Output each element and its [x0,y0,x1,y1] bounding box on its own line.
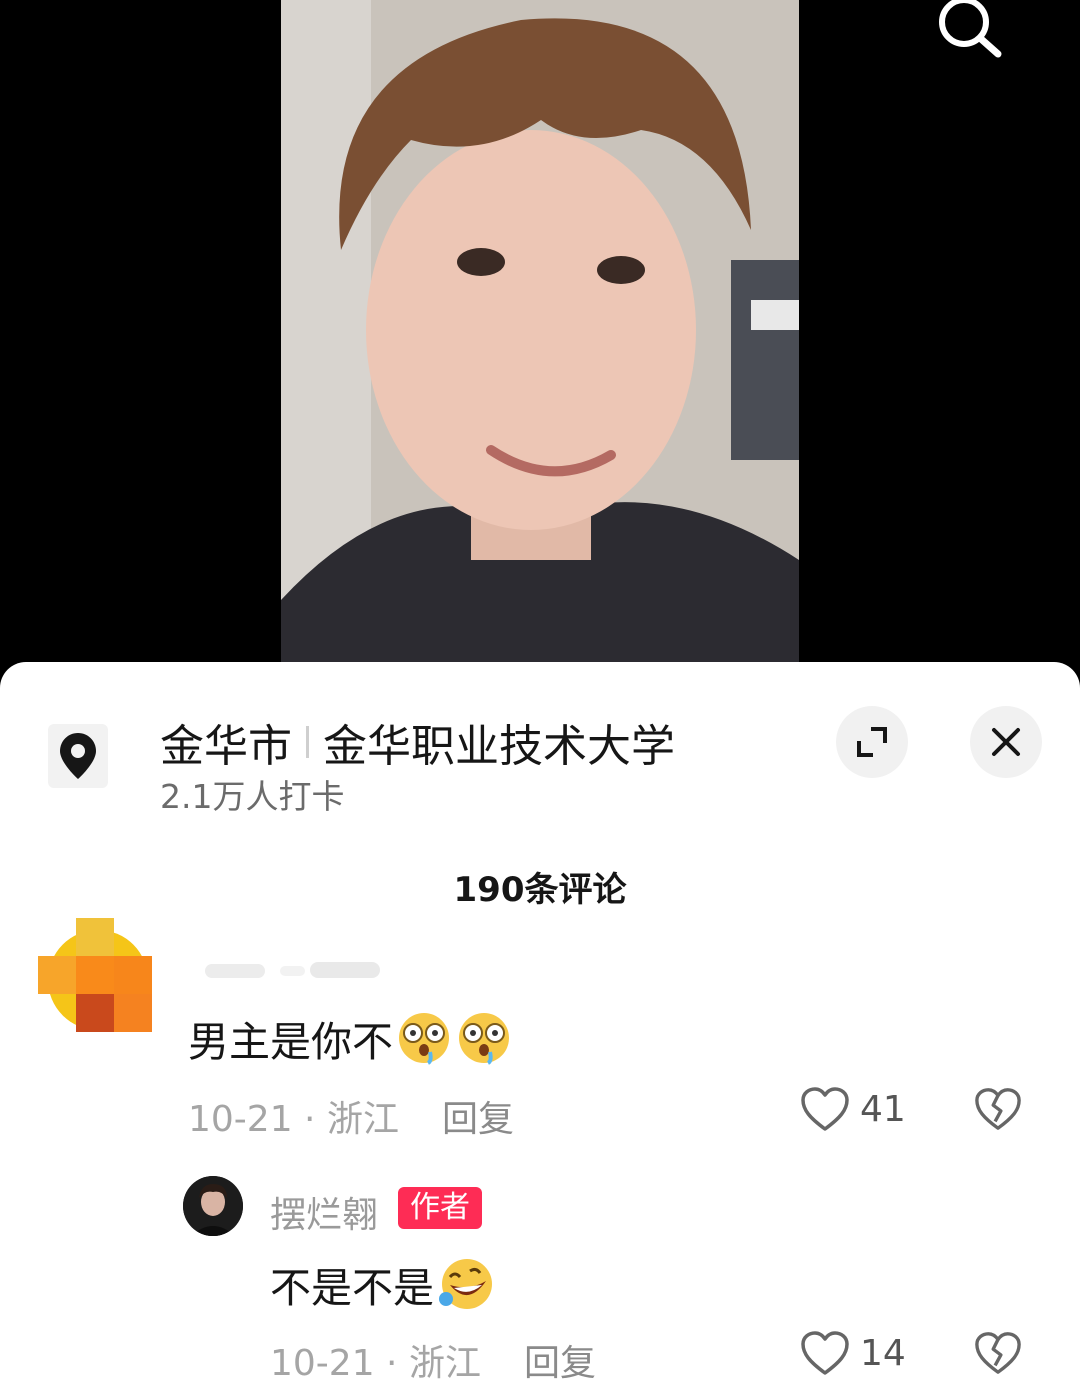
reply-dislike-button[interactable] [974,1330,1022,1380]
broken-heart-icon [975,1088,1021,1130]
reply-like-button[interactable]: 14 [800,1330,906,1376]
comment-text-content: 男主是你不 [188,1018,393,1066]
location-separator [306,726,309,758]
comments-count-header: 190条评论 [453,870,627,910]
blurred-username [205,962,380,978]
heart-icon [801,1331,849,1375]
video-frame [281,0,799,680]
drooling-shocked-face-emoji [459,1013,509,1065]
location-pin-badge[interactable] [48,724,108,788]
broken-heart-icon [975,1332,1021,1374]
comment-date-location: 10-21 · 浙江 [188,1099,399,1140]
location-pin-icon [60,733,96,779]
close-button[interactable] [970,706,1042,778]
reply-text-content: 不是不是 [270,1264,434,1312]
search-button[interactable] [930,0,1010,64]
author-badge: 作者 [398,1187,482,1229]
dislike-button[interactable] [974,1086,1022,1136]
close-icon [992,728,1020,756]
comment-text: 男主是你不 [188,1008,513,1068]
video-thumbnail [281,0,799,680]
comments-sheet: 金华市 金华职业技术大学 2.1万人打卡 190条评论 男主是你不 10-21 … [0,662,1080,1386]
avatar[interactable] [38,918,160,1038]
reply-avatar[interactable] [183,1176,243,1236]
search-icon [939,0,1002,58]
checkin-count: 2.1万人打卡 [160,777,345,816]
expand-icon [857,727,887,757]
location-city: 金华市 [160,721,292,772]
like-button[interactable]: 41 [800,1086,906,1132]
reply-avatar-image [183,1176,243,1236]
reply-button[interactable]: 回复 [442,1090,514,1142]
location-place: 金华职业技术大学 [323,721,675,772]
pixelated-avatar-image [38,918,152,1032]
reply-like-count: 14 [860,1332,906,1374]
location-title[interactable]: 金华市 金华职业技术大学 [160,710,675,774]
reply-text: 不是不是 [270,1254,498,1314]
video-player[interactable] [0,0,1080,680]
reply-date-location: 10-21 · 浙江 [270,1343,481,1384]
reply-username[interactable]: 摆烂翱 [270,1186,378,1238]
heart-icon [801,1087,849,1131]
expand-button[interactable] [836,706,908,778]
like-count: 41 [860,1088,906,1130]
reply-reply-button[interactable]: 回复 [524,1334,596,1386]
drooling-shocked-face-emoji [399,1013,449,1065]
rolling-laughing-face-emoji [439,1259,492,1309]
